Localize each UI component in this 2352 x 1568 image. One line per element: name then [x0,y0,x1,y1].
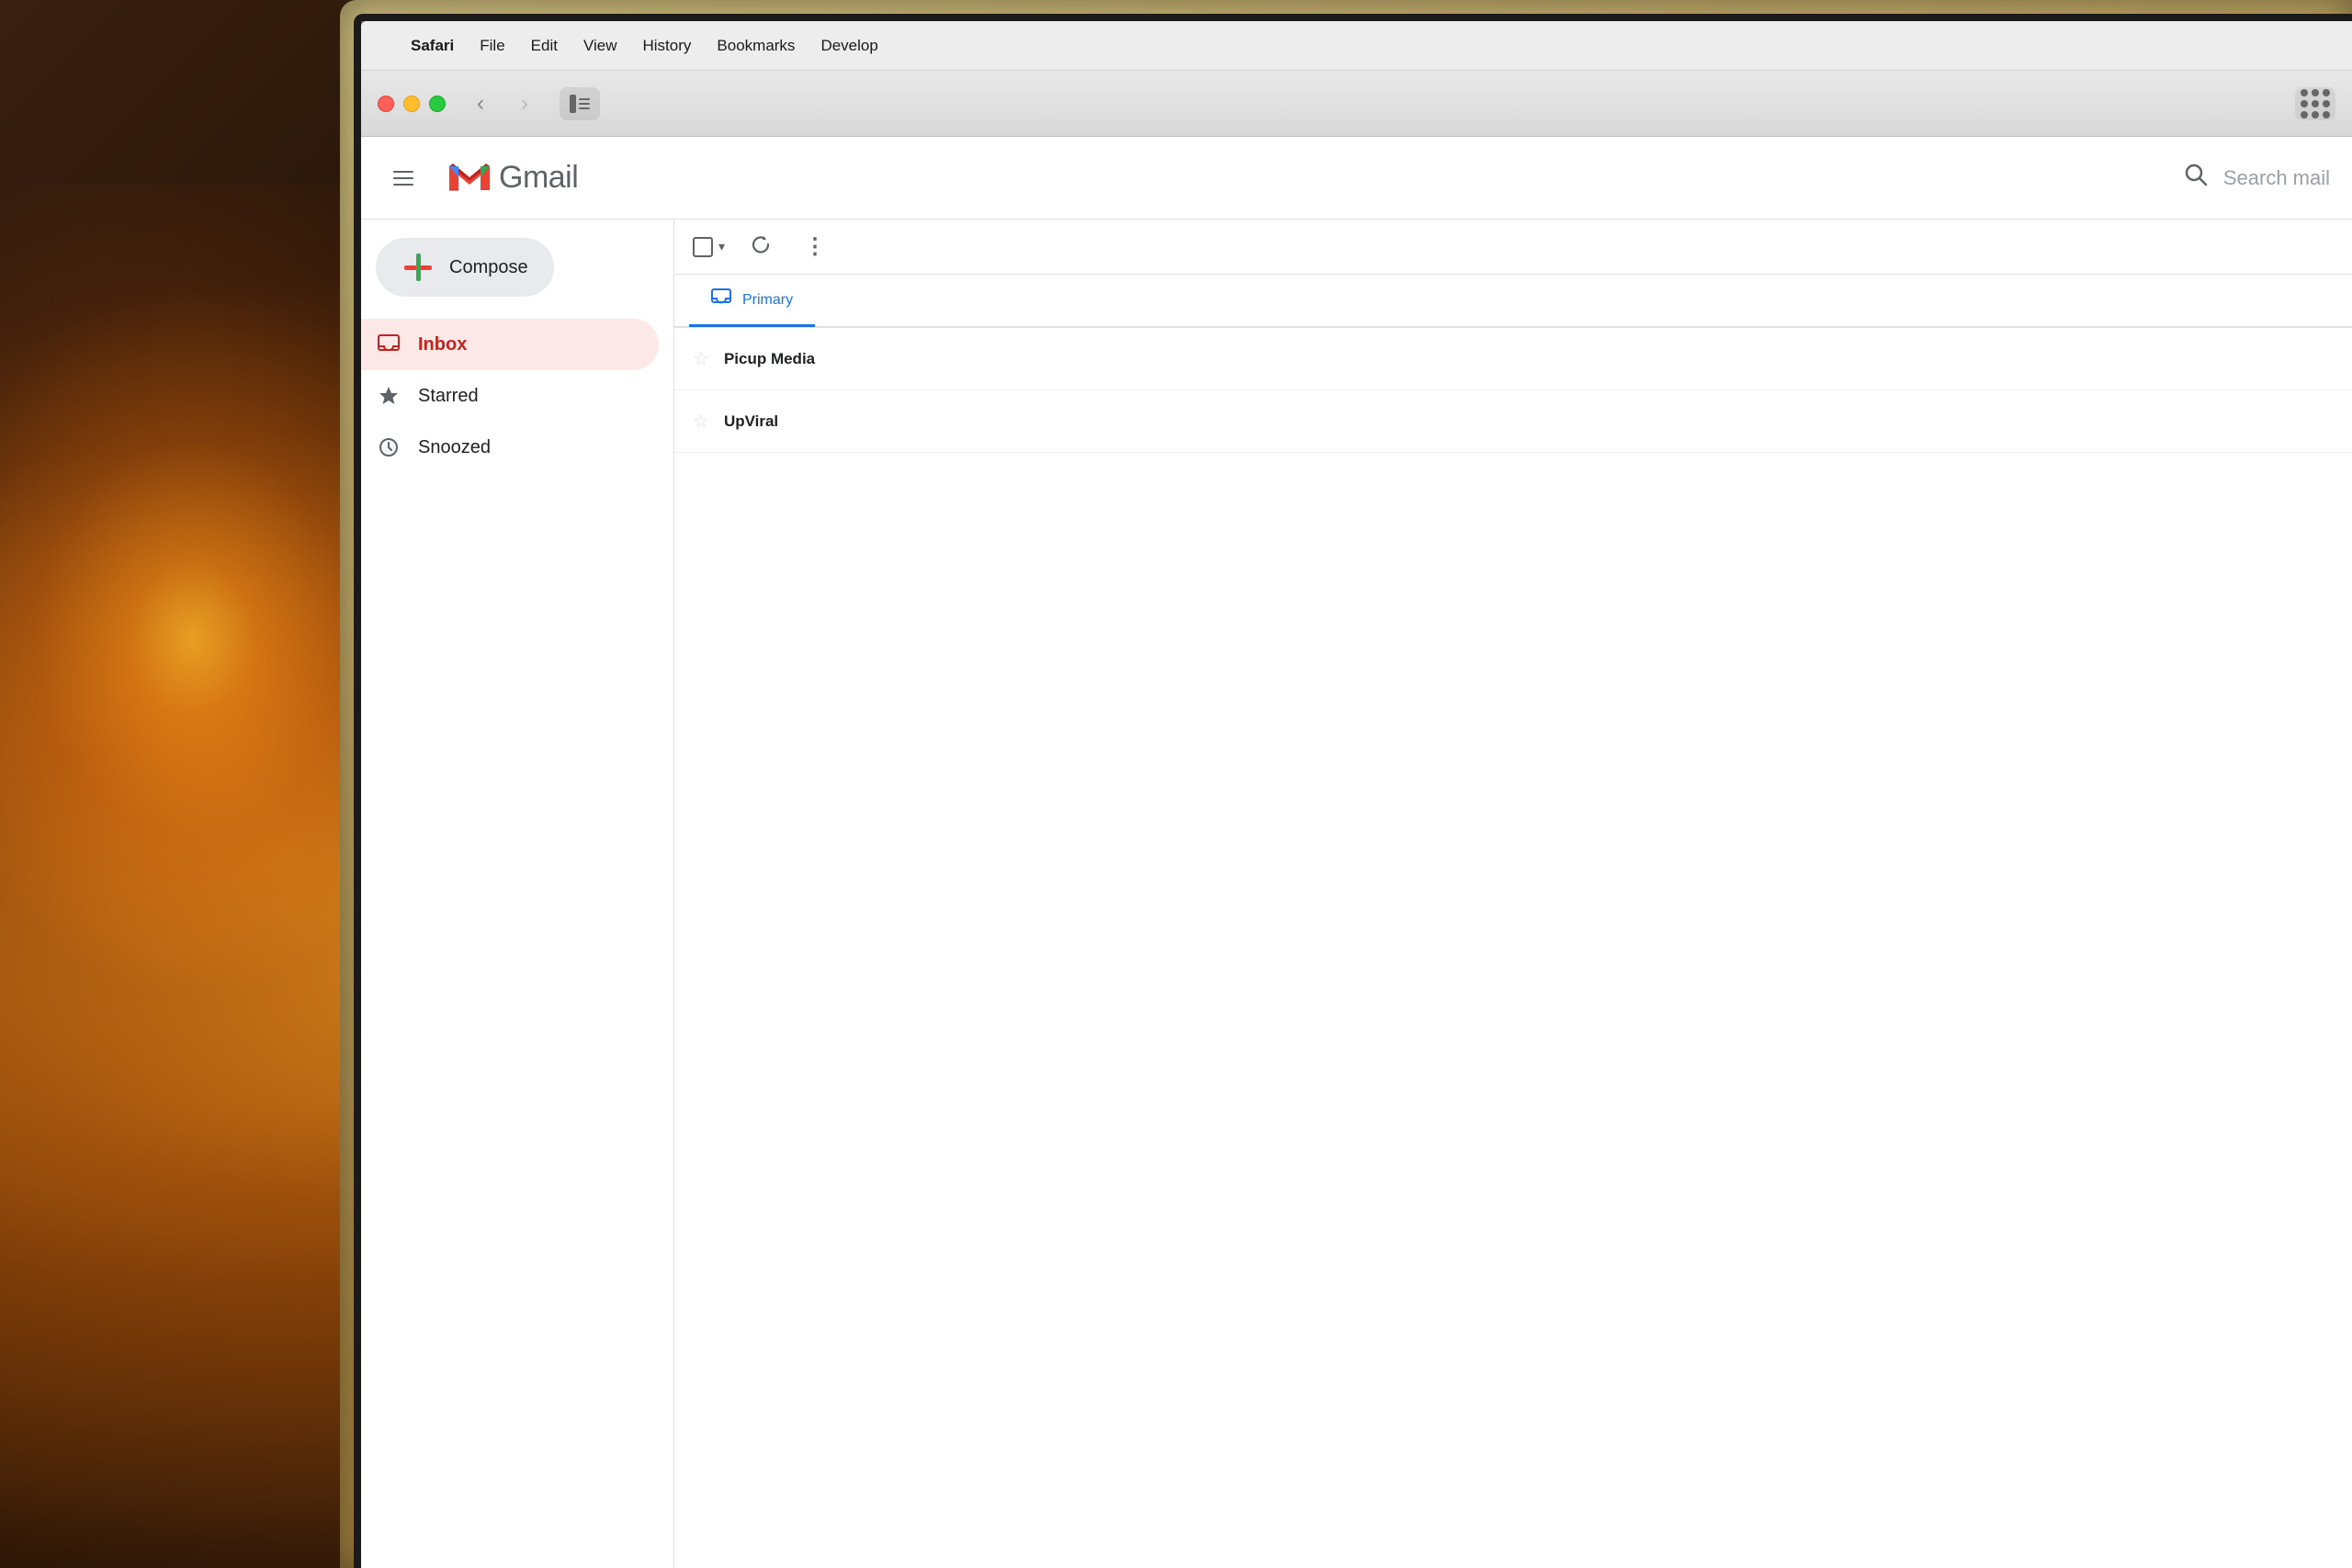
screen-bezel: Safari File Edit View History Bookmarks … [354,14,2352,1568]
tab-primary-label: Primary [742,292,793,309]
inbox-icon [376,332,401,357]
email-row[interactable]: ☆ UpViral [674,390,2352,453]
email-sender-1: Picup Media [724,350,926,368]
clock-icon [376,434,401,460]
gmail-area: Gmail Search mail [361,137,2352,1568]
gmail-m-icon [446,159,493,197]
gmail-main: ▾ ⋮ [673,220,2352,1568]
search-placeholder-text: Search mail [2223,166,2330,190]
minimize-button[interactable] [403,96,420,112]
back-button[interactable]: ‹ [464,87,497,120]
sidebar-toggle-button[interactable] [560,87,600,120]
star-button-1[interactable]: ☆ [693,347,709,370]
sidebar-toggle-icon [570,95,590,113]
email-row[interactable]: ☆ Picup Media [674,328,2352,390]
hamburger-menu-button[interactable] [383,158,424,198]
screen-content: Safari File Edit View History Bookmarks … [361,21,2352,1568]
hamburger-icon [393,177,413,179]
maximize-button[interactable] [429,96,446,112]
menubar-safari[interactable]: Safari [398,33,467,59]
sidebar-item-starred[interactable]: Starred [361,370,659,422]
sidebar-item-inbox[interactable]: Inbox [361,319,659,370]
hamburger-icon [393,171,413,173]
email-tabs: Primary [674,275,2352,328]
checkbox-dropdown-icon: ▾ [718,239,725,254]
more-options-icon: ⋮ [804,234,827,259]
dots-grid-icon [2301,89,2330,118]
select-all-checkbox[interactable]: ▾ [693,237,725,257]
sidebar-item-snoozed[interactable]: Snoozed [361,422,659,473]
compose-label: Compose [449,257,528,278]
menubar-bookmarks[interactable]: Bookmarks [704,33,808,59]
tab-primary[interactable]: Primary [689,276,815,327]
more-options-button[interactable]: ⋮ [797,226,834,267]
close-button[interactable] [378,96,394,112]
traffic-lights [378,96,446,112]
gmail-header: Gmail Search mail [361,137,2352,220]
snoozed-label: Snoozed [418,437,491,458]
menubar-view[interactable]: View [571,33,630,59]
email-toolbar: ▾ ⋮ [674,220,2352,275]
forward-button[interactable]: › [508,87,541,120]
email-sender-2: UpViral [724,412,926,431]
refresh-icon [751,236,771,259]
gmail-wordmark: Gmail [499,160,578,196]
checkbox-icon [693,237,713,257]
laptop-frame: Safari File Edit View History Bookmarks … [340,0,2352,1568]
tab-primary-icon [711,288,731,312]
search-icon [2183,162,2209,194]
tab-grid-button[interactable] [2295,87,2335,120]
gmail-search-area: Search mail [2183,162,2330,194]
hamburger-icon [393,184,413,186]
starred-label: Starred [418,386,479,407]
gmail-sidebar: Compose Inbox [361,220,673,1568]
forward-arrow-icon: › [521,91,528,117]
gmail-body: Compose Inbox [361,220,2352,1568]
safari-toolbar: ‹ › [361,71,2352,137]
refresh-button[interactable] [743,227,778,267]
star-icon [376,383,401,409]
macos-menubar: Safari File Edit View History Bookmarks … [361,21,2352,71]
menubar-file[interactable]: File [467,33,517,59]
compose-plus-icon [401,251,435,284]
email-list: ☆ Picup Media ☆ UpViral [674,328,2352,1568]
apple-menu[interactable] [379,42,398,50]
menubar-develop[interactable]: Develop [808,33,890,59]
gmail-logo: Gmail [446,159,578,197]
compose-button[interactable]: Compose [376,238,554,297]
menubar-edit[interactable]: Edit [518,33,571,59]
inbox-label: Inbox [418,334,467,355]
back-arrow-icon: ‹ [477,91,484,117]
menubar-history[interactable]: History [630,33,705,59]
star-button-2[interactable]: ☆ [693,410,709,433]
